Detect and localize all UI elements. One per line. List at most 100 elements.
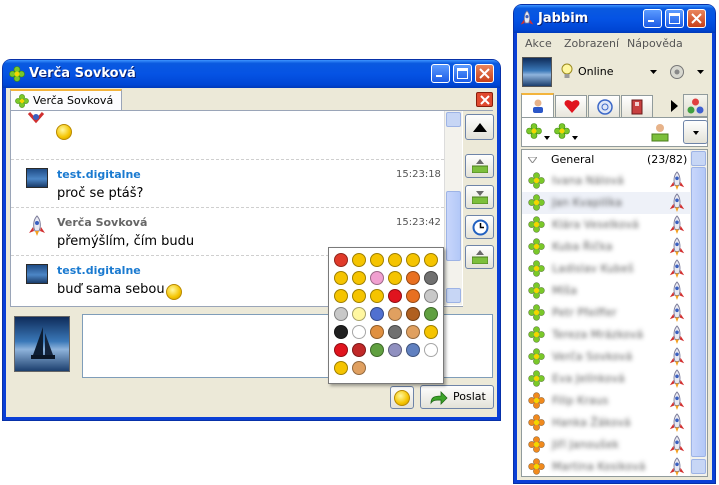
scroll-thumb[interactable] [691, 167, 706, 457]
avatar [26, 264, 48, 284]
emoticon-option[interactable] [424, 325, 438, 339]
maximize-button[interactable] [665, 9, 684, 28]
contact-row[interactable]: Jiří Janoušek [522, 434, 690, 456]
emoticon-option[interactable] [388, 343, 402, 357]
group-header[interactable]: General (23/82) [522, 150, 692, 170]
minimize-icon [648, 20, 654, 22]
status-dropdown[interactable]: Online [557, 61, 657, 83]
chat-titlebar[interactable]: Verča Sovková [3, 60, 500, 88]
roster-tab-network[interactable] [588, 95, 620, 117]
tab-close-button[interactable] [476, 92, 493, 107]
emoticon-option[interactable] [406, 325, 420, 339]
emoticon-option[interactable] [352, 325, 366, 339]
menu-item-napoveda[interactable]: Nápověda [627, 37, 683, 50]
roster-options-button[interactable] [683, 120, 708, 144]
emoticon-button[interactable] [390, 386, 414, 409]
emoticon-option[interactable] [424, 271, 438, 285]
emoticon-option[interactable] [406, 271, 420, 285]
minimize-button[interactable] [643, 9, 662, 28]
minimize-button[interactable] [431, 64, 450, 83]
emoticon-option[interactable] [370, 253, 384, 267]
emoticon-option[interactable] [406, 307, 420, 321]
scroll-down-arrow[interactable] [691, 459, 706, 474]
roster-tab-contacts[interactable] [521, 93, 554, 117]
history-button[interactable] [465, 215, 494, 239]
emoticon-option[interactable] [334, 271, 348, 285]
contact-name: Filip Kraus [552, 394, 609, 407]
emoticon-option[interactable] [388, 253, 402, 267]
emoticon-option[interactable] [370, 343, 384, 357]
emoticon-option[interactable] [334, 253, 348, 267]
account-menu-button[interactable] [667, 62, 707, 82]
show-offline-toggle[interactable] [526, 122, 551, 142]
emoticon-option[interactable] [370, 325, 384, 339]
group-name: General [551, 153, 595, 166]
emoticon-option[interactable] [388, 325, 402, 339]
upload-button[interactable] [465, 245, 494, 269]
show-groups-toggle[interactable] [554, 122, 579, 142]
contact-row[interactable]: Jan Kvapilíka [522, 192, 690, 214]
maximize-button[interactable] [453, 64, 472, 83]
contact-list-scrollbar[interactable] [690, 150, 707, 476]
emoticon-option[interactable] [352, 271, 366, 285]
smiley-icon [394, 390, 410, 406]
send-file-button[interactable] [465, 154, 494, 178]
receive-file-button[interactable] [465, 185, 494, 209]
emoticon-option[interactable] [388, 307, 402, 321]
roster-titlebar[interactable]: Jabbim [514, 5, 715, 33]
emoticon-option[interactable] [352, 361, 366, 375]
contact-row[interactable]: Verča Sovková [522, 346, 690, 368]
roster-tab-rooms[interactable] [621, 95, 653, 117]
contact-row[interactable]: Míša [522, 280, 690, 302]
heart-icon [564, 100, 580, 113]
contact-row[interactable]: Hanka Žáková [522, 412, 690, 434]
scroll-up-arrow[interactable] [691, 151, 706, 166]
contact-row[interactable]: Klára Veselková [522, 214, 690, 236]
scroll-up-arrow[interactable] [446, 112, 461, 127]
emoticon-option[interactable] [334, 361, 348, 375]
add-contact-icon[interactable] [650, 122, 670, 142]
tab-chat[interactable]: Verča Sovková [10, 89, 122, 111]
contact-row[interactable]: Ladislav Kubeš [522, 258, 690, 280]
emoticon-option[interactable] [424, 343, 438, 357]
close-button[interactable] [475, 64, 494, 83]
emoticon-option[interactable] [424, 307, 438, 321]
menu-item-zobrazeni[interactable]: Zobrazení [564, 37, 619, 50]
emoticon-option[interactable] [424, 289, 438, 303]
emoticon-option[interactable] [352, 253, 366, 267]
tab-scroll-arrow-icon[interactable] [671, 100, 678, 112]
emoticon-option[interactable] [370, 271, 384, 285]
emoticon-option[interactable] [352, 307, 366, 321]
contact-row[interactable]: Petr Pfeiffer [522, 302, 690, 324]
contact-row[interactable]: Eva Jelínková [522, 368, 690, 390]
send-button[interactable]: Poslat [420, 385, 494, 409]
contact-row[interactable]: Kuba Řička [522, 236, 690, 258]
flower-status-icon [528, 216, 545, 233]
emoticon-option[interactable] [388, 289, 402, 303]
emoticon-option[interactable] [370, 289, 384, 303]
message-log-scrollbar[interactable] [444, 111, 462, 305]
emoticon-option[interactable] [406, 343, 420, 357]
emoticon-option[interactable] [352, 343, 366, 357]
emoticon-option[interactable] [406, 253, 420, 267]
close-button[interactable] [687, 9, 706, 28]
scroll-down-arrow[interactable] [446, 288, 461, 303]
emoticon-option[interactable] [406, 289, 420, 303]
menu-item-akce[interactable]: Akce [525, 37, 552, 50]
contact-row[interactable]: Martina Kosiková [522, 456, 690, 476]
contact-row[interactable]: Tereza Mrázková [522, 324, 690, 346]
scroll-thumb[interactable] [446, 191, 461, 261]
emoticon-option[interactable] [388, 271, 402, 285]
roster-tab-favorites[interactable] [555, 95, 587, 117]
contact-row[interactable]: Filip Kraus [522, 390, 690, 412]
scroll-top-button[interactable] [465, 114, 494, 140]
emoticon-option[interactable] [334, 307, 348, 321]
emoticon-option[interactable] [334, 343, 348, 357]
emoticon-option[interactable] [352, 289, 366, 303]
emoticon-option[interactable] [424, 253, 438, 267]
emoticon-option[interactable] [370, 307, 384, 321]
roster-tab-services[interactable] [683, 94, 708, 117]
contact-row[interactable]: Ivana Nálová [522, 170, 690, 192]
emoticon-option[interactable] [334, 289, 348, 303]
emoticon-option[interactable] [334, 325, 348, 339]
